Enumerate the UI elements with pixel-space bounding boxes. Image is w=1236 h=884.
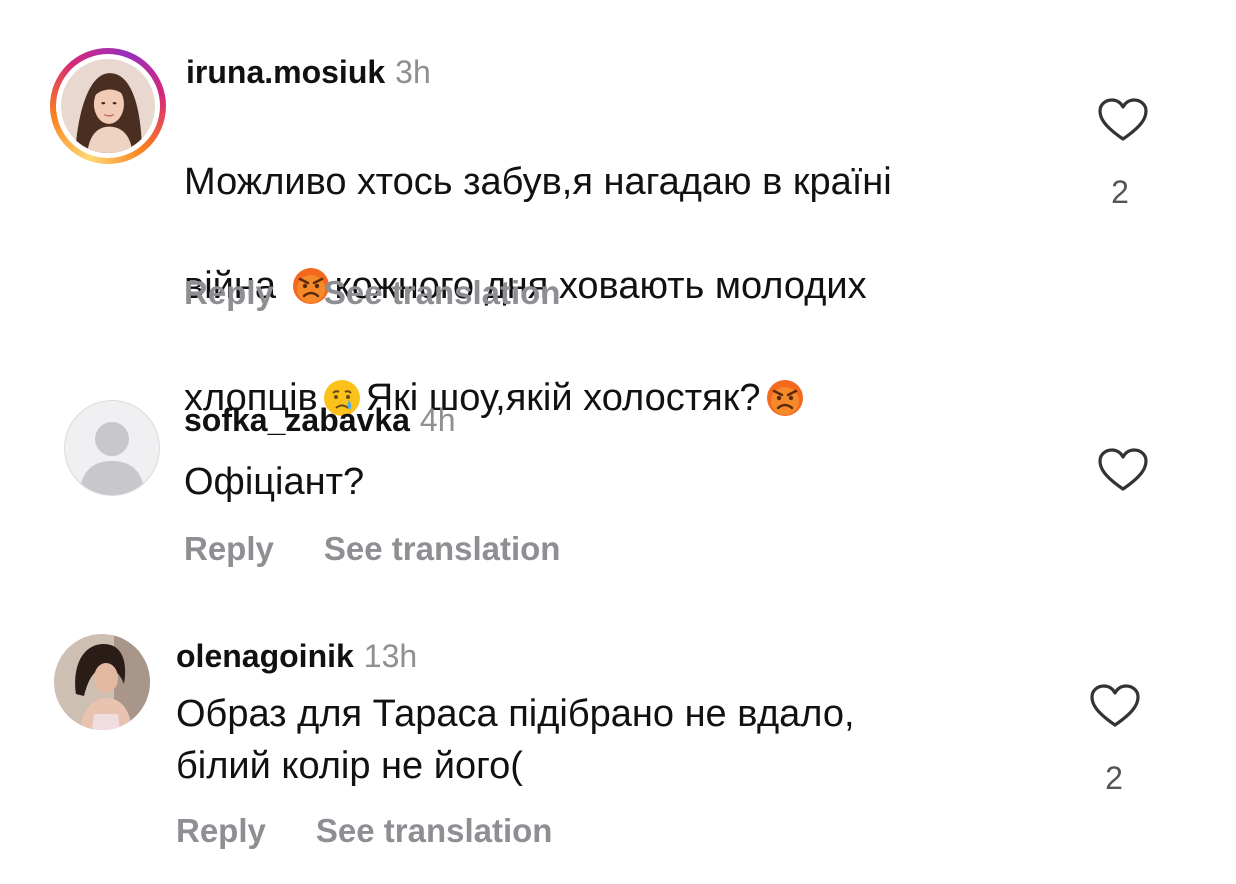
reply-button[interactable]: Reply — [184, 530, 274, 567]
username-text[interactable]: olenagoinik — [176, 638, 354, 674]
avatar[interactable] — [64, 400, 160, 496]
comment-username[interactable]: sofka_zabavka 4h — [184, 402, 456, 439]
like-button[interactable] — [1090, 684, 1140, 728]
see-translation-button[interactable]: See translation — [324, 530, 561, 567]
username-text[interactable]: iruna.mosiuk — [186, 54, 385, 90]
comment-actions: Reply See translation — [176, 812, 552, 850]
see-translation-button[interactable]: See translation — [316, 812, 553, 849]
heart-outline-icon — [1098, 448, 1148, 491]
avatar[interactable] — [54, 634, 150, 730]
heart-outline-icon — [1090, 684, 1140, 727]
default-avatar-icon — [79, 422, 145, 495]
comment-text-line: Можливо хтось забув,я нагадаю в країні — [184, 161, 892, 203]
like-count: 2 — [1111, 174, 1129, 210]
see-translation-button[interactable]: See translation — [324, 274, 561, 311]
like-count: 2 — [1105, 760, 1123, 796]
comment-username[interactable]: iruna.mosiuk 3h — [186, 54, 431, 91]
comment-time: 4h — [419, 402, 456, 438]
comment-actions: Reply See translation — [184, 274, 560, 312]
comment-time: 13h — [363, 638, 418, 674]
comment-text: Офіціант? — [184, 461, 365, 503]
avatar — [61, 59, 155, 153]
username-text[interactable]: sofka_zabavka — [184, 402, 410, 438]
like-button[interactable] — [1098, 98, 1148, 142]
heart-outline-icon — [1098, 98, 1148, 141]
comment-username[interactable]: olenagoinik 13h — [176, 638, 417, 675]
like-button[interactable] — [1098, 448, 1148, 492]
angry-face-icon — [763, 378, 807, 432]
reply-button[interactable]: Reply — [176, 812, 266, 849]
comment-time: 3h — [395, 54, 431, 90]
comment-text: Образ для Тараса підібрано не вдало, біл… — [176, 693, 855, 787]
avatar-photo — [54, 634, 150, 730]
reply-button[interactable]: Reply — [184, 274, 274, 311]
avatar-with-story-ring[interactable] — [50, 48, 166, 164]
comment-actions: Reply See translation — [184, 530, 560, 568]
